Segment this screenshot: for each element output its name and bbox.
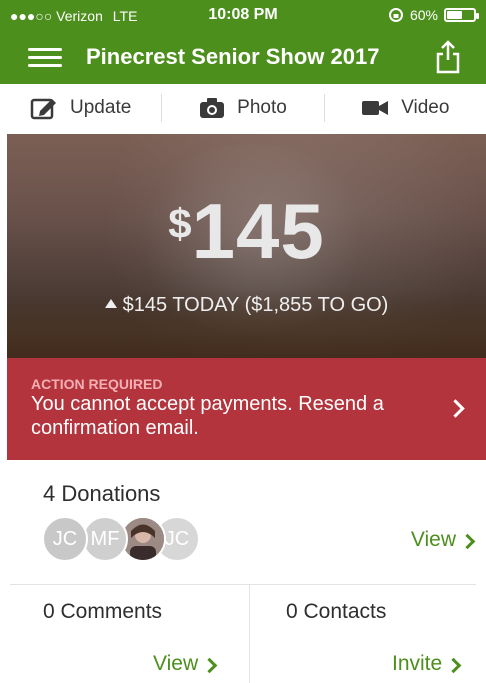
campaign-hero-image[interactable]: $145 $145 TODAY ($1,855 TO GO): [7, 134, 486, 358]
person-photo-icon: [122, 518, 164, 560]
status-bar: ●●●○○ Verizon LTE 10:08 PM 60%: [0, 0, 486, 30]
photo-button[interactable]: Photo: [162, 84, 323, 132]
alert-kicker: ACTION REQUIRED: [31, 376, 163, 392]
donations-count: 4 Donations: [43, 481, 161, 506]
comments-view-button[interactable]: View: [153, 652, 218, 676]
alert-message: You cannot accept payments. Resend a con…: [31, 393, 384, 439]
edit-icon: [30, 98, 57, 120]
chevron-right-icon: [201, 657, 218, 673]
divider: [10, 584, 476, 585]
update-label: Update: [70, 97, 132, 118]
amount-value: 145: [191, 187, 325, 275]
chevron-right-icon: [445, 657, 462, 673]
view-label: View: [410, 528, 456, 551]
contacts-invite-button[interactable]: Invite: [392, 652, 462, 676]
battery-percent: 60%: [409, 7, 438, 23]
currency-symbol: $: [168, 200, 192, 247]
today-text: $145 TODAY ($1,855 TO GO): [122, 294, 389, 316]
update-button[interactable]: Update: [0, 84, 161, 132]
donations-section: 4 Donations JC MF JC View: [0, 460, 486, 584]
invite-label: Invite: [392, 652, 443, 675]
battery-icon: [444, 8, 479, 22]
hamburger-menu-icon[interactable]: [28, 44, 62, 70]
action-row: Update Photo Video: [0, 84, 486, 132]
video-camera-icon: [362, 101, 389, 115]
battery-status: 60%: [388, 7, 479, 23]
raised-amount: $145: [7, 186, 486, 277]
comments-count: 0 Comments: [43, 600, 163, 623]
view-label: View: [153, 652, 199, 675]
donor-avatars: JC MF JC: [42, 516, 202, 566]
page-title: Pinecrest Senior Show 2017: [86, 44, 380, 69]
avatar: JC: [42, 516, 88, 562]
contacts-count: 0 Contacts: [286, 600, 387, 623]
action-required-banner[interactable]: ACTION REQUIRED You cannot accept paymen…: [7, 358, 486, 460]
camera-icon: [200, 98, 225, 118]
share-icon[interactable]: [434, 40, 462, 74]
chevron-right-icon: [446, 399, 465, 418]
navigation-bar: Pinecrest Senior Show 2017: [0, 30, 486, 84]
donations-view-button[interactable]: View: [410, 528, 476, 552]
top-bar: ●●●○○ Verizon LTE 10:08 PM 60% Pinecrest…: [0, 0, 486, 84]
up-arrow-icon: [104, 299, 117, 309]
photo-label: Photo: [237, 97, 287, 118]
avatar: MF: [82, 516, 128, 562]
today-progress: $145 TODAY ($1,855 TO GO): [7, 294, 486, 317]
video-label: Video: [401, 97, 450, 118]
lock-rotation-icon: [388, 8, 403, 22]
video-button[interactable]: Video: [325, 84, 486, 132]
divider: [249, 584, 250, 683]
chevron-right-icon: [459, 533, 476, 549]
